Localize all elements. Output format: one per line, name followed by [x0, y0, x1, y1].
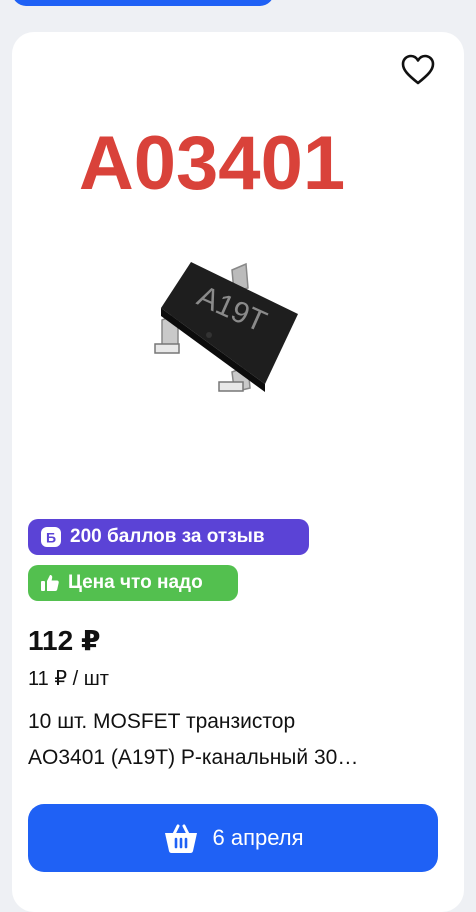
- product-title-line-1: 10 шт. MOSFET транзистор: [28, 710, 296, 733]
- delivery-date-label: 6 апреля: [212, 825, 304, 850]
- good-price-label: Цена что надо: [68, 572, 203, 593]
- product-title[interactable]: 10 шт. MOSFET транзистор AO3401 (A19T) P…: [28, 704, 428, 776]
- favorite-button[interactable]: [398, 52, 438, 88]
- good-price-badge: Цена что надо: [28, 565, 238, 601]
- review-points-label: 200 баллов за отзыв: [70, 526, 265, 547]
- product-price: 112 ₽: [28, 625, 101, 656]
- heart-icon: [401, 54, 435, 85]
- unit-price: 11 ₽ / шт: [28, 668, 109, 690]
- product-title-line-2: AO3401 (A19T) P-канальный 30…: [28, 746, 359, 769]
- sot23-chip-illustration: A19T: [154, 262, 298, 392]
- add-to-cart-button[interactable]: 6 апреля: [28, 804, 438, 872]
- product-marking-text: A03401: [79, 121, 345, 206]
- review-points-badge: Б 200 баллов за отзыв: [28, 519, 309, 555]
- svg-text:Б: Б: [46, 530, 56, 546]
- previous-card-button[interactable]: [12, 0, 274, 6]
- product-image[interactable]: A03401 A19T: [12, 32, 464, 512]
- thumbs-up-icon: [40, 573, 60, 593]
- points-icon: Б: [40, 526, 62, 548]
- basket-icon: [163, 822, 199, 854]
